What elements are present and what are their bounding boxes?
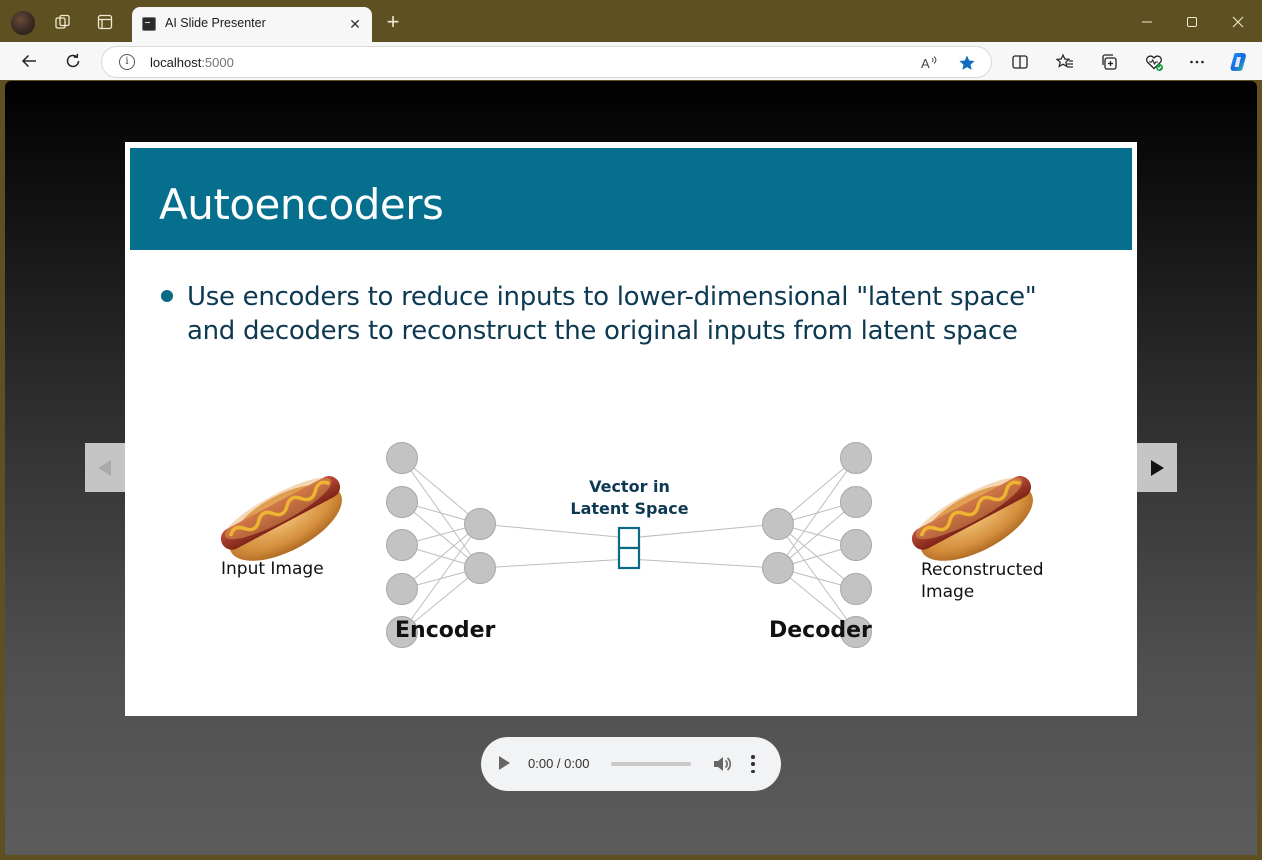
autoencoder-diagram: Input Image Vector in Latent Space Recon… xyxy=(125,372,1137,672)
tab-actions-icon[interactable] xyxy=(95,12,115,32)
svg-text:A: A xyxy=(921,56,930,71)
close-icon[interactable]: ✕ xyxy=(346,15,364,33)
back-icon[interactable] xyxy=(16,49,42,73)
prev-slide-button[interactable] xyxy=(85,443,125,492)
reconstructed-image-label: Reconstructed Image xyxy=(921,559,1044,603)
next-slide-button[interactable] xyxy=(1137,443,1177,492)
address-host: localhost xyxy=(150,55,202,70)
latent-vector xyxy=(617,526,641,570)
slide-bullet-text: Use encoders to reduce inputs to lower-d… xyxy=(187,282,1037,346)
encoder-label: Encoder xyxy=(395,618,496,643)
new-tab-icon[interactable]: + xyxy=(383,11,403,33)
audio-seek-slider[interactable] xyxy=(611,762,691,766)
latent-space-label: Vector in Latent Space xyxy=(561,476,698,520)
minimize-icon[interactable] xyxy=(1134,9,1160,35)
maximize-icon[interactable] xyxy=(1179,9,1205,35)
audio-time: 0:00 / 0:00 xyxy=(528,756,590,771)
refresh-icon[interactable] xyxy=(60,49,86,73)
profile-avatar-icon[interactable] xyxy=(11,11,35,35)
favorites-icon[interactable] xyxy=(1054,51,1076,73)
slide-header: Autoencoders xyxy=(130,148,1132,250)
volume-icon[interactable] xyxy=(712,754,732,774)
split-screen-icon[interactable] xyxy=(1009,51,1031,73)
triangle-right-icon xyxy=(1151,459,1164,476)
favorite-star-icon[interactable] xyxy=(957,53,977,73)
decoder-label: Decoder xyxy=(769,618,872,643)
window-close-icon[interactable] xyxy=(1225,9,1251,35)
terminal-favicon-icon xyxy=(142,17,156,31)
output-label-line2: Image xyxy=(921,582,975,602)
page-viewport: Autoencoders Use encoders to reduce inpu… xyxy=(5,81,1257,855)
address-port: :5000 xyxy=(201,55,234,70)
address-bar[interactable]: i localhost:5000 A xyxy=(101,46,992,78)
address-text[interactable]: localhost:5000 xyxy=(150,55,234,70)
read-aloud-icon[interactable]: A xyxy=(919,53,939,73)
audio-player: 0:00 / 0:00 xyxy=(481,737,781,791)
more-icon[interactable] xyxy=(1186,51,1208,73)
triangle-left-icon xyxy=(98,459,111,476)
title-bar: AI Slide Presenter ✕ + xyxy=(0,0,1262,42)
workspaces-icon[interactable] xyxy=(53,12,73,32)
encoder-nodes xyxy=(386,442,496,648)
play-icon[interactable] xyxy=(499,756,510,770)
latent-label-line1: Vector in xyxy=(589,477,670,496)
copilot-icon[interactable] xyxy=(1228,51,1250,73)
network-diagram xyxy=(220,442,1033,648)
input-image-label: Input Image xyxy=(221,559,324,579)
slide-title: Autoencoders xyxy=(159,180,444,229)
decoder-nodes xyxy=(762,442,872,648)
browser-toolbar: i localhost:5000 A xyxy=(0,42,1262,80)
info-icon[interactable]: i xyxy=(119,54,135,70)
slide: Autoencoders Use encoders to reduce inpu… xyxy=(125,142,1137,716)
latent-label-line2: Latent Space xyxy=(570,499,689,518)
browser-essentials-icon[interactable] xyxy=(1143,51,1165,73)
audio-more-icon[interactable] xyxy=(749,755,757,773)
tab-ai-slide-presenter[interactable]: AI Slide Presenter ✕ xyxy=(132,7,372,42)
tab-title: AI Slide Presenter xyxy=(165,16,266,30)
collections-icon[interactable] xyxy=(1098,51,1120,73)
output-label-line1: Reconstructed xyxy=(921,560,1044,580)
bullet-point-icon xyxy=(161,290,173,302)
